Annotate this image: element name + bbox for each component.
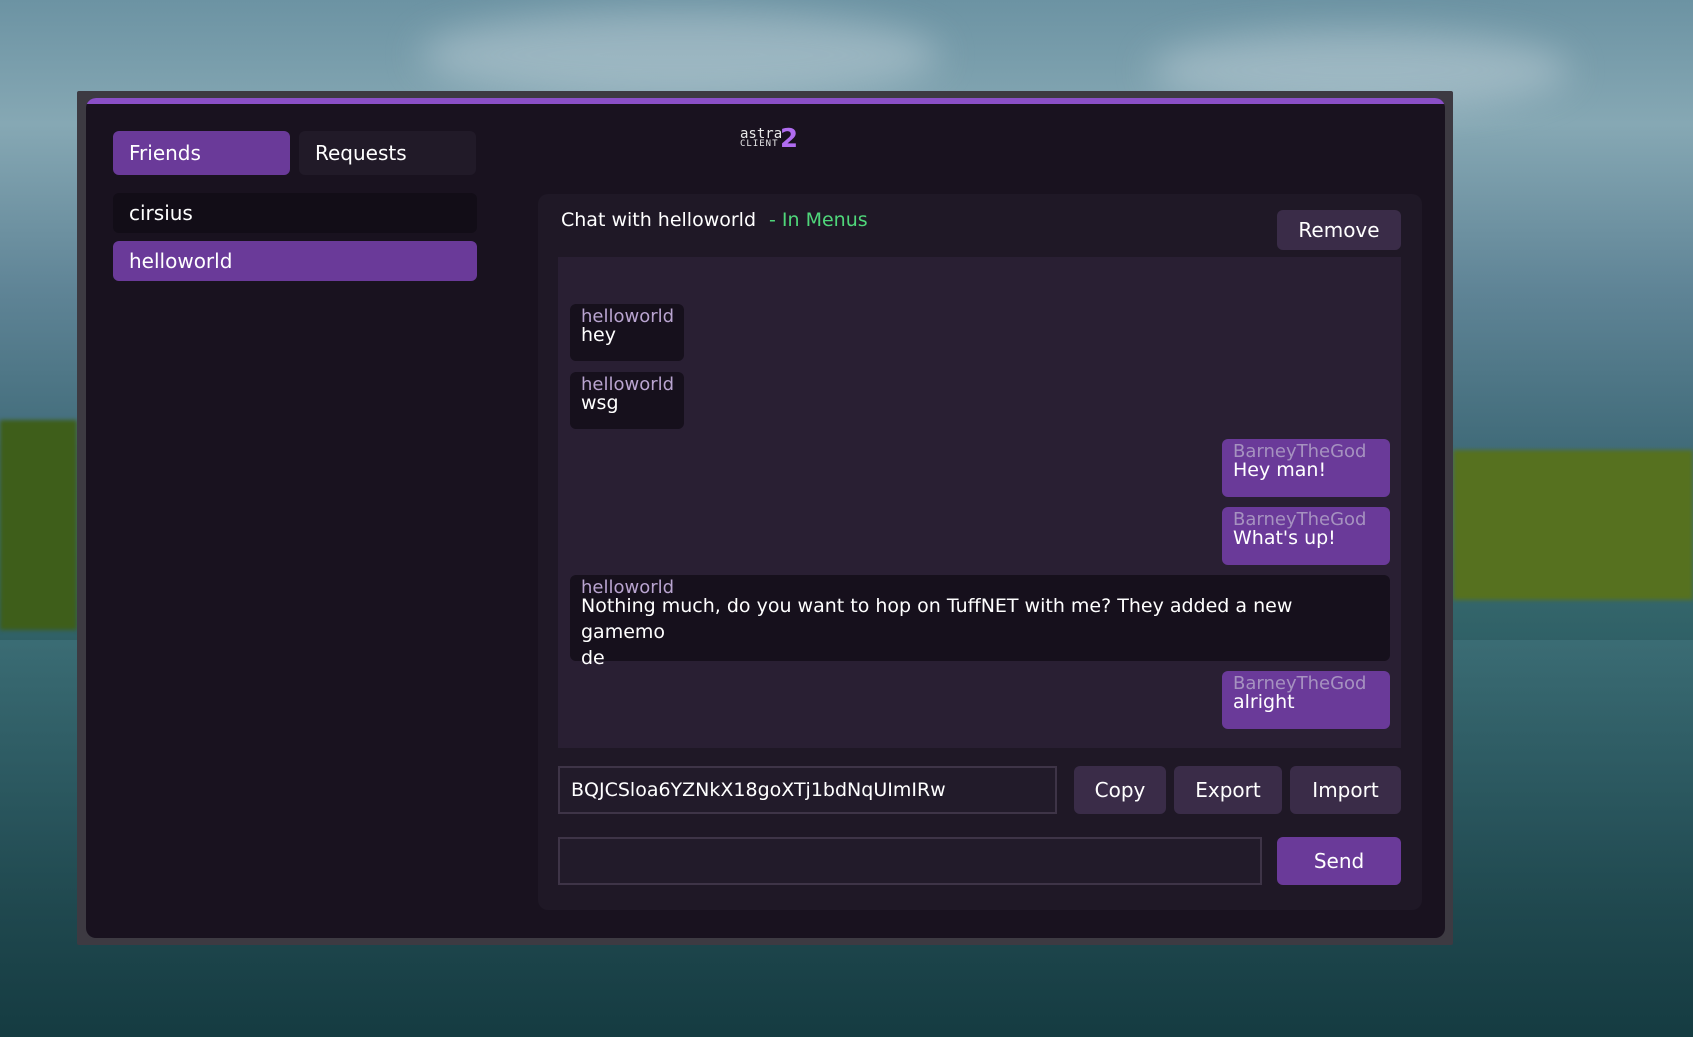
tab-friends[interactable]: Friends: [113, 131, 290, 175]
message-bubble: BarneyTheGod What's up!: [1222, 507, 1390, 565]
chat-status: - In Menus: [769, 209, 868, 231]
logo-number: 2: [780, 124, 799, 154]
message-bubble: helloworld hey: [570, 304, 684, 361]
code-field[interactable]: BQJCSloa6YZNkX18goXTj1bdNqUImIRw: [558, 766, 1057, 814]
chat-title: Chat with helloworld: [561, 209, 757, 231]
chat-panel: Chat with helloworld - In Menus Remove h…: [538, 194, 1422, 910]
background-cloud: [420, 10, 940, 100]
background-trees-right: [1453, 450, 1693, 600]
accent-bar: [86, 98, 1445, 104]
astra-client-logo: astra CLIENT 2: [740, 126, 800, 154]
logo-text-client: CLIENT: [740, 139, 779, 149]
background-trees-left: [0, 420, 77, 630]
message-bubble: helloworld Nothing much, do you want to …: [570, 575, 1390, 669]
message-bubble: BarneyTheGod Hey man!: [1222, 439, 1390, 497]
message-input[interactable]: [558, 837, 1262, 885]
friend-item-cirsius[interactable]: cirsius: [113, 193, 477, 233]
message-text-continued: de: [581, 647, 605, 669]
friends-panel: Friends Requests cirsius helloworld astr…: [86, 98, 1445, 938]
import-button[interactable]: Import: [1290, 766, 1401, 814]
send-button[interactable]: Send: [1277, 837, 1401, 885]
message-list[interactable]: helloworld hey helloworld wsg BarneyTheG…: [558, 257, 1401, 748]
message-text: Nothing much, do you want to hop on Tuff…: [581, 595, 1293, 643]
message-bubble: helloworld wsg: [570, 372, 684, 429]
friend-item-helloworld[interactable]: helloworld: [113, 241, 477, 281]
message-bubble: BarneyTheGod alright: [1222, 671, 1390, 729]
remove-button[interactable]: Remove: [1277, 210, 1401, 250]
export-button[interactable]: Export: [1174, 766, 1282, 814]
tab-requests[interactable]: Requests: [299, 131, 476, 175]
copy-button[interactable]: Copy: [1074, 766, 1166, 814]
